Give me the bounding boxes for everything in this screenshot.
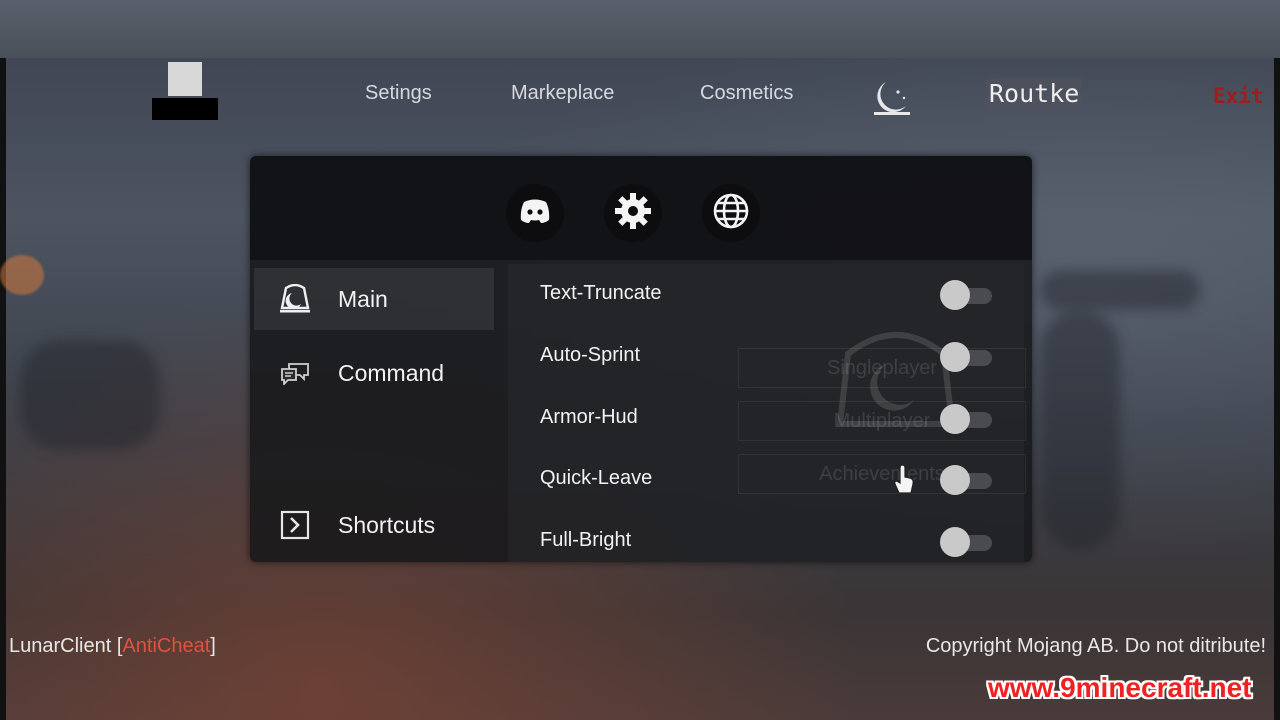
full-bright-toggle[interactable]	[940, 527, 992, 557]
gear-icon	[613, 191, 653, 235]
client-brand-label: LunarClient [AntiCheat]	[9, 635, 216, 658]
settings-gear-button[interactable]	[604, 184, 662, 242]
background-cloud	[20, 340, 160, 450]
discord-button[interactable]	[506, 184, 564, 242]
mod-menu-panel: Main Command Shortcuts Singleplayer Mult…	[250, 156, 1032, 562]
text-truncate-toggle[interactable]	[940, 280, 992, 310]
copyright-notice: Copyright Mojang AB. Do not ditribute!	[925, 635, 1266, 657]
modules-list: Singleplayer Multiplayer Achievements Te…	[508, 264, 1026, 562]
module-label: Text-Truncate	[540, 282, 662, 304]
module-label: Armor-Hud	[540, 406, 638, 428]
sidebar-item-label: Command	[338, 359, 445, 386]
nav-cosmetics[interactable]: Cosmetics	[700, 82, 793, 105]
module-row-armor-hud: Armor-Hud	[508, 400, 1024, 440]
chevron-right-icon	[272, 510, 318, 540]
lunar-moon-icon	[272, 284, 318, 314]
right-edge	[1274, 58, 1280, 720]
nav-marketplace[interactable]: Markeplace	[511, 82, 614, 105]
hand-pointer-icon	[892, 464, 916, 496]
client-logo	[152, 62, 218, 120]
top-sky-band	[0, 0, 1280, 58]
armor-hud-toggle[interactable]	[940, 404, 992, 434]
module-row-quick-leave: Quick-Leave	[508, 461, 1024, 501]
nav-settings[interactable]: Setings	[365, 82, 432, 105]
username-label[interactable]: Routke	[986, 78, 1083, 109]
module-label: Full-Bright	[540, 529, 632, 551]
moon-icon[interactable]	[868, 78, 916, 118]
sidebar-item-main[interactable]: Main	[254, 268, 494, 330]
sidebar-item-label: Shortcuts	[338, 511, 436, 538]
globe-button[interactable]	[702, 184, 760, 242]
quick-leave-toggle[interactable]	[940, 465, 992, 495]
sidebar-item-shortcuts[interactable]: Shortcuts	[254, 494, 494, 556]
brand-name: LunarClient	[9, 635, 112, 657]
site-watermark: www.9minecraft.net	[988, 672, 1252, 703]
anticheat-label: AntiCheat	[122, 635, 211, 657]
module-label: Quick-Leave	[540, 467, 653, 489]
bracket-close: ]	[210, 635, 216, 657]
sidebar-item-label: Main	[338, 285, 388, 312]
background-island	[1040, 310, 1120, 550]
panel-header	[250, 156, 1032, 261]
exit-button[interactable]: Exit	[1213, 84, 1264, 108]
module-label: Auto-Sprint	[540, 344, 641, 366]
module-row-full-bright: Full-Bright	[508, 523, 1024, 562]
auto-sprint-toggle[interactable]	[940, 342, 992, 372]
background-cloud	[1040, 270, 1200, 310]
category-sidebar: Main Command Shortcuts	[250, 264, 500, 562]
chat-icon	[272, 361, 318, 385]
globe-icon	[712, 192, 750, 234]
module-row-text-truncate: Text-Truncate	[508, 276, 1024, 316]
sidebar-item-command[interactable]: Command	[254, 342, 494, 404]
timer-orb	[0, 255, 44, 295]
left-edge	[0, 58, 6, 720]
discord-icon	[519, 198, 551, 228]
module-row-auto-sprint: Auto-Sprint	[508, 338, 1024, 378]
